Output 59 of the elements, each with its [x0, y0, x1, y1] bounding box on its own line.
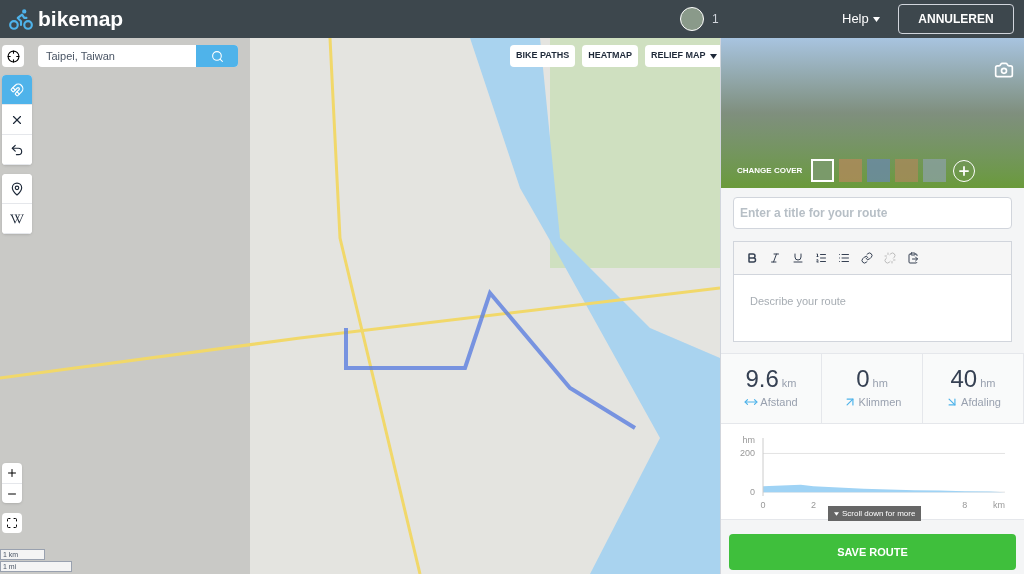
stat-label: Afdaling — [961, 394, 1001, 410]
caret-icon — [872, 16, 880, 22]
map-layer-button[interactable]: HEATMAP — [582, 45, 638, 67]
map-layer-button[interactable]: BIKE PATHS — [510, 45, 576, 67]
cover-thumbnail[interactable] — [811, 159, 835, 182]
search-input[interactable]: Taipei, Taiwan — [38, 45, 196, 67]
stat-unit: hm — [872, 376, 888, 391]
wiki-icon — [10, 211, 24, 226]
stat-unit: km — [781, 376, 797, 391]
underline-icon[interactable] — [792, 252, 804, 264]
title-field[interactable]: Enter a title for your route — [733, 197, 1012, 229]
logo-text[interactable]: bikemap — [38, 3, 124, 35]
search-icon — [210, 49, 224, 63]
tick-label: 0 — [760, 500, 766, 510]
crosshair-icon — [6, 49, 20, 63]
cover-thumbnail[interactable] — [923, 159, 947, 182]
stat-label: Afstand — [760, 394, 798, 410]
locate-button[interactable] — [2, 45, 24, 67]
camera-icon[interactable] — [994, 60, 1014, 80]
undo-icon — [10, 142, 24, 157]
cover-thumbnail[interactable] — [895, 159, 919, 182]
change-cover-label: CHANGE COVER — [737, 164, 803, 177]
bike-icon — [8, 6, 34, 32]
tick-label: 200 — [739, 448, 755, 459]
caret-icon — [834, 511, 839, 516]
link-icon[interactable] — [861, 252, 873, 264]
avatar[interactable] — [680, 7, 704, 31]
cancel-button[interactable]: ANNULEREN — [898, 4, 1014, 34]
stat-label: Klimmen — [858, 394, 902, 410]
pin-icon — [10, 181, 24, 196]
undo-tool-button[interactable] — [2, 135, 32, 165]
paste-icon[interactable] — [907, 252, 919, 264]
stat-value: 9.6 — [745, 367, 779, 391]
tick-label: 8 — [962, 500, 968, 510]
map-layer-button[interactable]: RELIEF MAP — [645, 45, 720, 67]
axis-unit: km — [993, 500, 1005, 510]
search-field[interactable]: Taipei, Taiwan — [38, 45, 238, 67]
cover-thumbnail[interactable] — [867, 159, 891, 182]
wiki-tool-button[interactable] — [2, 204, 32, 234]
tick-label: 0 — [750, 487, 755, 498]
description-placeholder: Describe your route — [749, 294, 847, 309]
bold-icon[interactable] — [746, 252, 758, 264]
fullscreen-button[interactable] — [2, 513, 22, 533]
stat-unit: hm — [980, 376, 996, 391]
axis-unit: hm — [742, 435, 755, 445]
stat-value: 40 — [950, 367, 978, 391]
tick-label: 2 — [810, 500, 816, 510]
notification-count: 1 — [712, 11, 720, 27]
cover-thumbnail[interactable] — [839, 159, 863, 182]
fullscreen-icon — [6, 517, 18, 529]
plus-icon — [957, 163, 972, 178]
stat-value: 0 — [856, 367, 870, 391]
magnet-icon — [10, 82, 24, 97]
scroll-hint[interactable]: Scroll down for more — [828, 506, 922, 521]
numbered-list-icon[interactable] — [815, 252, 827, 264]
plus-icon — [6, 467, 18, 479]
bullet-list-icon[interactable] — [838, 252, 850, 264]
pin-tool-button[interactable] — [2, 174, 32, 204]
italic-icon[interactable] — [769, 252, 781, 264]
